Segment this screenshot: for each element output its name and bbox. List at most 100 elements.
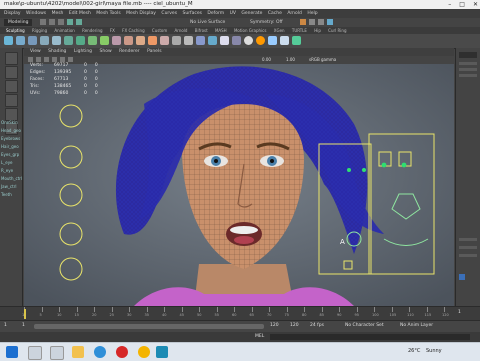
channel-box-tab[interactable]: [459, 52, 477, 58]
tab-fx-caching[interactable]: FX Caching: [122, 28, 144, 33]
edge-icon[interactable]: [94, 346, 106, 358]
range-handle[interactable]: [34, 324, 264, 329]
flatten-tool-icon[interactable]: [64, 36, 73, 45]
layer-row[interactable]: [459, 246, 477, 249]
menu-edit-mesh[interactable]: Edit Mesh: [69, 11, 91, 16]
lasso-tool-icon[interactable]: [5, 66, 18, 79]
render-icon[interactable]: [300, 19, 306, 25]
undo-icon[interactable]: [67, 19, 73, 25]
tab-rigging[interactable]: Rigging: [32, 28, 47, 33]
camera-icon[interactable]: [268, 36, 277, 45]
outliner-item[interactable]: Eyes_grp: [1, 152, 19, 157]
smooth-tool-icon[interactable]: [16, 36, 25, 45]
tab-rendering[interactable]: Rendering: [82, 28, 102, 33]
channel-row[interactable]: [459, 74, 477, 77]
new-scene-icon[interactable]: [40, 19, 46, 25]
sphere-icon[interactable]: [244, 36, 253, 45]
tab-custom[interactable]: Custom: [152, 28, 167, 33]
search-icon[interactable]: [28, 346, 42, 360]
smear-tool-icon[interactable]: [172, 36, 181, 45]
panel-menu-renderer[interactable]: Renderer: [119, 49, 140, 54]
fill-tool-icon[interactable]: [148, 36, 157, 45]
tab-mash[interactable]: MASH: [215, 28, 227, 33]
menu-surfaces[interactable]: Surfaces: [182, 11, 202, 16]
character-set-select[interactable]: No Character Set: [345, 323, 384, 328]
outliner-item[interactable]: L_eye: [1, 160, 13, 165]
menu-curves[interactable]: Curves: [161, 11, 177, 16]
opera-icon[interactable]: [116, 346, 128, 358]
panel-menu-shading[interactable]: Shading: [48, 49, 66, 54]
scrape-tool-icon[interactable]: [136, 36, 145, 45]
foamy-tool-icon[interactable]: [76, 36, 85, 45]
gamma-field[interactable]: 1.00: [286, 56, 295, 63]
amplify-tool-icon[interactable]: [196, 36, 205, 45]
color-space-select[interactable]: sRGB gamma: [309, 56, 336, 63]
sculpt-tool-icon[interactable]: [4, 36, 13, 45]
paint-select-icon[interactable]: [5, 80, 18, 93]
wax-tool-icon[interactable]: [124, 36, 133, 45]
render-view-icon[interactable]: [280, 36, 289, 45]
outliner-item[interactable]: Teeth: [1, 192, 12, 197]
chrome-icon[interactable]: [138, 346, 150, 358]
time-slider[interactable]: 1510152025303540455055606570758085909510…: [0, 306, 480, 321]
live-surface-label[interactable]: No Live Surface: [190, 19, 225, 26]
tab-bifrost[interactable]: Bifrost: [195, 28, 208, 33]
current-frame-marker[interactable]: [24, 309, 26, 319]
maximize-button[interactable]: □: [459, 0, 465, 9]
hypershade-icon[interactable]: [327, 19, 333, 25]
tab-animation[interactable]: Animation: [54, 28, 74, 33]
spray-tool-icon[interactable]: [88, 36, 97, 45]
layer-color-swatch[interactable]: [459, 274, 465, 280]
outliner-item[interactable]: R_eye: [1, 168, 13, 173]
range-end-field[interactable]: 120: [290, 323, 299, 328]
tab-motion-graphics[interactable]: Motion Graphics: [234, 28, 267, 33]
menu-uv[interactable]: UV: [230, 11, 236, 16]
folder-icon[interactable]: [72, 346, 84, 358]
taskview-icon[interactable]: [50, 346, 64, 360]
render-settings-icon[interactable]: [318, 19, 324, 25]
tab-arnold[interactable]: Arnold: [175, 28, 188, 33]
fps-select[interactable]: 24 fps: [310, 323, 324, 328]
layer-row[interactable]: [459, 238, 477, 241]
tab-turtle[interactable]: TURTLE: [292, 28, 307, 33]
save-scene-icon[interactable]: [58, 19, 64, 25]
exposure-field[interactable]: 0.00: [262, 56, 271, 63]
menu-mesh-display[interactable]: Mesh Display: [126, 11, 156, 16]
menu-mesh-tools[interactable]: Mesh Tools: [96, 11, 120, 16]
range-start-field[interactable]: 1: [4, 323, 7, 328]
tab-xgen[interactable]: XGen: [274, 28, 285, 33]
symmetry-label[interactable]: Symmetry: Off: [250, 19, 283, 26]
panel-menu-lighting[interactable]: Lighting: [74, 49, 92, 54]
close-button[interactable]: ✕: [473, 0, 478, 9]
range-inner-end-field[interactable]: 120: [270, 323, 279, 328]
unmask-tool-icon[interactable]: [232, 36, 241, 45]
tab-hip[interactable]: Hip: [314, 28, 321, 33]
pinch-tool-icon[interactable]: [52, 36, 61, 45]
relax-tool-icon[interactable]: [28, 36, 37, 45]
face-icon[interactable]: [256, 36, 265, 45]
menu-display[interactable]: Display: [4, 11, 21, 16]
outliner-item[interactable]: Mouth_ctrl: [1, 176, 22, 181]
menu-windows[interactable]: Windows: [26, 11, 46, 16]
panel-menu-show[interactable]: Show: [99, 49, 111, 54]
mel-input[interactable]: [270, 334, 470, 340]
menu-help[interactable]: Help: [307, 11, 317, 16]
cross-icon[interactable]: [292, 36, 301, 45]
move-tool-icon[interactable]: [5, 94, 18, 107]
repeat-tool-icon[interactable]: [100, 36, 109, 45]
menu-deform[interactable]: Deform: [207, 11, 224, 16]
outliner-item[interactable]: OneSkin: [1, 120, 18, 125]
menu-arnold[interactable]: Arnold: [287, 11, 302, 16]
outliner-item[interactable]: Head_geo: [1, 128, 21, 133]
outliner-item[interactable]: Hair_geo: [1, 144, 19, 149]
select-tool-icon[interactable]: [5, 52, 18, 65]
range-inner-start-field[interactable]: 1: [22, 323, 25, 328]
panel-menu-panels[interactable]: Panels: [147, 49, 161, 54]
imprint-tool-icon[interactable]: [112, 36, 121, 45]
outliner-item[interactable]: Eyebrows: [1, 136, 20, 141]
viewport[interactable]: A: [24, 64, 454, 306]
start-icon[interactable]: [6, 346, 18, 358]
tab-sculpting[interactable]: Sculpting: [6, 28, 25, 33]
panel-menu-view[interactable]: View: [30, 49, 41, 54]
minimize-button[interactable]: –: [448, 0, 451, 9]
